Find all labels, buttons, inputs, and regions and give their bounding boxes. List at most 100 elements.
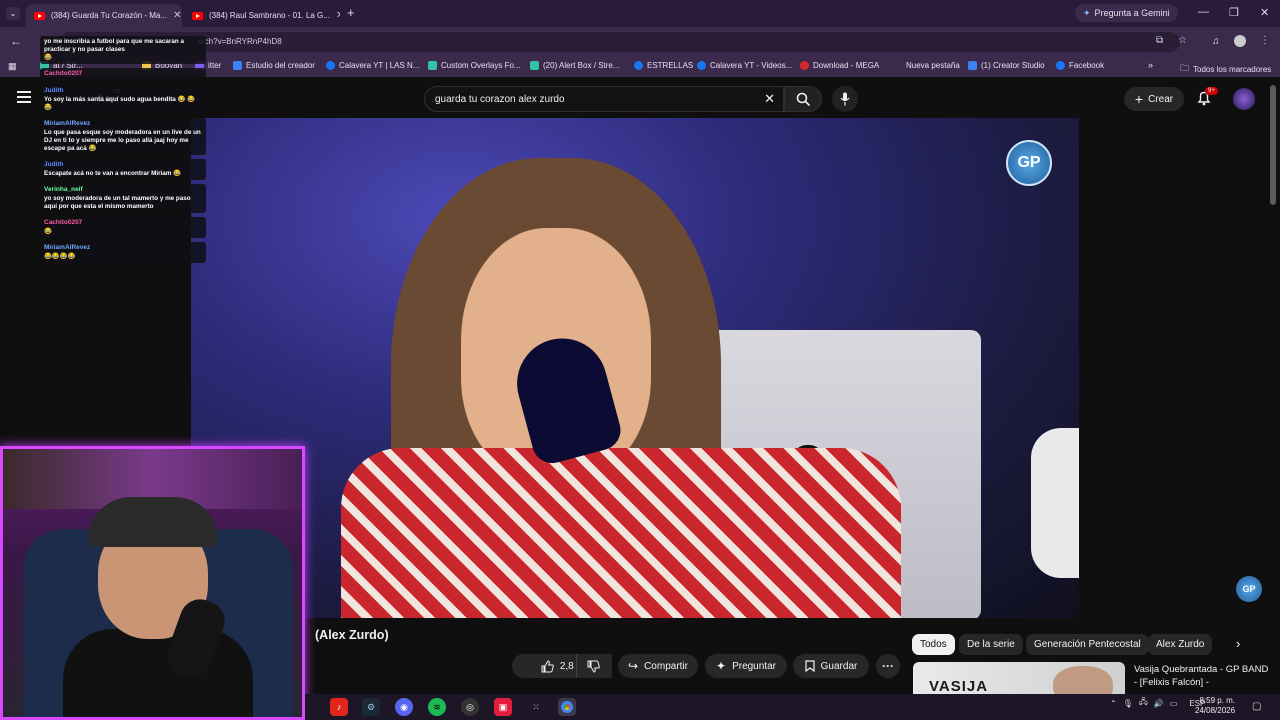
gp-logo: GP [1006, 140, 1052, 186]
chat-username: Judith [44, 161, 64, 168]
address-bar[interactable]: atch?v=BnRYRnP4hD8 ⧉ ☆ [60, 32, 1187, 52]
search-button[interactable] [784, 86, 822, 112]
battery-icon[interactable]: ▭ [1170, 699, 1178, 708]
apps-grid-icon[interactable]: ▦ [8, 61, 17, 72]
all-bookmarks-folder[interactable]: 🗀 Todos los marcadores [1180, 61, 1271, 77]
clear-search-icon[interactable]: ✕ [764, 91, 775, 107]
bookmark-item[interactable]: Facebook [1056, 61, 1104, 70]
bookmark-item[interactable]: Estudio del creador [233, 61, 315, 70]
related-video-title[interactable]: Vasija Quebrantada - GP BAND - [Felixis … [1134, 663, 1274, 689]
page-scrollbar[interactable] [1270, 85, 1276, 205]
bookmark-item[interactable]: Custom Overlays Fo... [428, 61, 521, 70]
bookmark-label: Calavera YT - Videos... [710, 61, 793, 70]
close-icon[interactable]: ✕ [330, 10, 340, 21]
folder-icon: 🗀 [1180, 63, 1190, 73]
creator-studio-icon [968, 61, 977, 70]
chip-series[interactable]: De la serie [959, 634, 1023, 655]
close-window-icon[interactable]: ✕ [1260, 6, 1269, 19]
chat-text: yo me inscribia a futbol para que me sac… [44, 38, 184, 53]
chat-message: MiriamAlRevez Lo que pasa esque soy mode… [40, 118, 206, 155]
share-icon: ↪ [628, 659, 639, 673]
back-icon[interactable]: ← [10, 34, 22, 48]
network-icon[interactable]: 🖧 [1139, 696, 1148, 710]
chat-username: Verinha_neif [44, 186, 83, 193]
singer-outfit [341, 448, 901, 618]
minimize-icon[interactable]: — [1198, 6, 1209, 18]
tab-raul-sambrano[interactable]: (384) Raul Sambrano - 01. La G... ✕ [184, 4, 340, 27]
bookmark-star-icon[interactable]: ☆ [1178, 35, 1187, 46]
bookmark-item[interactable]: ESTRELLAS [634, 61, 693, 70]
share-button[interactable]: ↪ Compartir [618, 654, 698, 678]
create-button[interactable]: + Crear [1124, 87, 1184, 111]
facebook-icon [1056, 61, 1065, 70]
steam-icon[interactable]: ⚙ [362, 698, 380, 716]
chip-generacion-pentecostal[interactable]: Generación Pentecostal [1026, 634, 1149, 655]
gemini-button[interactable]: ✦ Pregunta a Gemini [1075, 4, 1178, 22]
voice-search-button[interactable] [832, 86, 858, 112]
restore-icon[interactable]: ❐ [1229, 6, 1239, 19]
notification-center-icon[interactable]: ▢ [1252, 701, 1261, 712]
bookmark-item[interactable]: (20) Alert Box / Stre... [530, 61, 619, 70]
chat-username: MiriamAlRevez [44, 120, 91, 127]
chat-text: 😂 [44, 54, 52, 61]
channel-avatar[interactable] [1233, 88, 1255, 110]
video-title: (Alex Zurdo) [315, 628, 389, 642]
tab-guarda-tu-corazon[interactable]: (384) Guarda Tu Corazón - Ma... ✕ [26, 4, 182, 27]
new-tab-button[interactable]: + [347, 5, 355, 20]
tab-search-icon[interactable]: ⌄ [6, 7, 20, 20]
volume-icon[interactable]: 🔊 [1154, 699, 1164, 708]
bookmark-item[interactable]: Nueva pestaña [893, 61, 960, 70]
video-player[interactable]: GP [191, 118, 1079, 618]
facebook-icon [634, 61, 643, 70]
thumbnail-face [1053, 666, 1113, 694]
streamlabs-taskbar-icon[interactable]: ▣ [494, 698, 512, 716]
ask-button[interactable]: ✦ Preguntar [705, 654, 787, 678]
chat-username: Cachito0207 [44, 70, 83, 77]
mega-icon [800, 61, 809, 70]
chat-message: Cachito0207 😂 [40, 217, 206, 238]
notifications-button[interactable]: 9+ [1196, 87, 1218, 106]
chip-alex-zurdo[interactable]: Alex Zurdo [1148, 634, 1213, 655]
apps-icon[interactable]: ⁙ [527, 698, 545, 716]
related-video-thumbnail[interactable]: VASIJA [913, 662, 1125, 694]
install-app-icon[interactable]: ⧉ [1156, 35, 1163, 46]
profile-avatar[interactable] [1234, 35, 1246, 47]
tiktok-icon[interactable]: ♪ [330, 698, 348, 716]
bookmark-item[interactable]: Calavera YT | LAS N... [326, 61, 419, 70]
obs-icon[interactable]: ◎ [461, 698, 479, 716]
save-button[interactable]: Guardar [793, 654, 869, 678]
channel-watermark-icon[interactable]: GP [1236, 576, 1262, 602]
bookmark-item[interactable]: (1) Creator Studio [968, 61, 1045, 70]
chat-message: yo me inscribia a futbol para que me sac… [40, 36, 206, 64]
clock-date: 24/08/2026 [1195, 706, 1236, 715]
chat-username: Cachito0207 [44, 219, 83, 226]
youtube-icon [34, 11, 45, 20]
more-bookmarks-icon[interactable]: » [1148, 60, 1153, 70]
spotify-icon[interactable]: ≋ [428, 698, 446, 716]
person-edge [1031, 428, 1079, 578]
bookmark-label: Estudio del creador [246, 61, 315, 70]
chat-text: 😂😂😂😂 [44, 253, 76, 260]
close-icon[interactable]: ✕ [167, 10, 181, 21]
chat-message: Judith Escapate acá no te van a encontra… [40, 159, 206, 180]
chip-all[interactable]: Todos [912, 634, 955, 655]
bookmark-item[interactable]: Calavera YT - Videos... [697, 61, 792, 70]
chrome-icon[interactable] [558, 698, 576, 716]
streamer-webcam [0, 446, 305, 720]
chat-message: Cachito0207 [40, 68, 206, 81]
dislike-button[interactable] [576, 654, 610, 678]
bookmark-item[interactable]: Download - MEGA [800, 61, 879, 70]
hamburger-menu-icon[interactable] [17, 91, 31, 103]
search-input[interactable]: guarda tu corazon alex zurdo ✕ [424, 86, 784, 112]
browser-menu-icon[interactable]: ⋮ [1260, 35, 1270, 46]
media-controls-icon[interactable]: ♫ [1212, 36, 1220, 47]
discord-icon[interactable]: ◉ [395, 698, 413, 716]
more-actions-button[interactable]: ··· [876, 654, 900, 678]
chevron-up-icon[interactable]: ⌃ [1110, 699, 1117, 708]
chevron-right-icon[interactable]: › [1236, 636, 1240, 651]
facebook-icon [326, 61, 335, 70]
chat-text: yo soy moderadora de un tal mamerto y me… [44, 195, 191, 210]
taskbar-clock[interactable]: 8:59 p. m. 24/08/2026 [1195, 696, 1235, 716]
microphone-tray-icon[interactable]: 🎙 [1123, 699, 1133, 708]
url-text: atch?v=BnRYRnP4hD8 [198, 37, 282, 46]
